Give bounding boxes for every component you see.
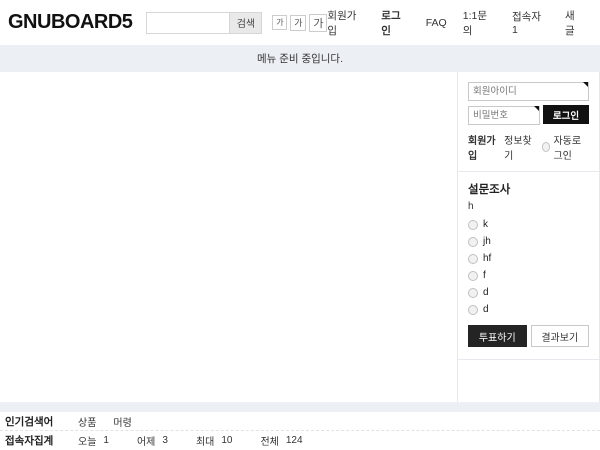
poll-question: h [468,201,589,212]
sidebar-divider [458,359,599,360]
popular-search-label: 인기검색어 [5,414,65,429]
visitor-stats-label: 접속자집계 [5,433,65,448]
poll-option[interactable]: hf [468,253,589,264]
popular-keyword-link[interactable]: 머령 [113,414,131,429]
font-resize-group: 가 가 가 [272,14,327,32]
radio-icon [468,288,478,298]
poll-option-label: hf [483,253,491,264]
search-input[interactable] [147,13,229,33]
poll-title: 설문조사 [468,181,589,197]
stat-yesterday: 어제 3 [137,433,168,448]
radio-icon [468,237,478,247]
poll-option-label: f [483,270,486,281]
auto-login-checkbox[interactable]: 자동로그인 [542,132,589,162]
poll-option[interactable]: f [468,270,589,281]
search-button[interactable]: 검색 [229,13,261,33]
stat-today: 오늘 1 [78,433,109,448]
top-nav: 회원가입 로그인 FAQ 1:1문의 접속자 1 새글 [327,8,592,38]
poll-box: 설문조사 h k jh hf f d [468,172,589,347]
site-logo[interactable]: GNUBOARD5 [8,11,132,34]
checkbox-circle-icon [542,142,550,152]
nav-login[interactable]: 로그인 [381,8,409,38]
font-size-large-button[interactable]: 가 [309,14,327,32]
popular-keywords: 상품 머령 [78,414,132,429]
poll-option-label: k [483,219,488,230]
nav-qna[interactable]: 1:1문의 [463,8,496,38]
required-marker [534,106,539,111]
stat-total: 전체 124 [260,433,302,448]
poll-result-button[interactable]: 결과보기 [531,325,590,347]
nav-visitors[interactable]: 접속자 1 [512,9,549,36]
radio-icon [468,254,478,264]
nav-faq[interactable]: FAQ [426,17,447,29]
member-id-input[interactable] [468,82,589,101]
visitor-stats-row: 접속자집계 오늘 1 어제 3 최대 10 전체 124 [0,431,600,450]
radio-icon [468,271,478,281]
login-box: 로그인 회원가입 정보찾기 자동로그인 [468,81,589,162]
poll-option[interactable]: d [468,304,589,315]
font-size-small-button[interactable]: 가 [272,15,287,30]
stat-max: 최대 10 [196,433,233,448]
main-empty-area [0,72,457,402]
poll-option-label: d [483,304,489,315]
radio-icon [468,220,478,230]
sidebar: 로그인 회원가입 정보찾기 자동로그인 설문조사 h k jh [457,72,600,402]
footer-gap-band [0,403,600,412]
content-area: 로그인 회원가입 정보찾기 자동로그인 설문조사 h k jh [0,72,600,403]
poll-option[interactable]: k [468,219,589,230]
poll-option[interactable]: jh [468,236,589,247]
nav-new-posts[interactable]: 새글 [565,8,584,38]
poll-option[interactable]: d [468,287,589,298]
radio-icon [468,305,478,315]
header: GNUBOARD5 검색 가 가 가 회원가입 로그인 FAQ 1:1문의 접속… [0,0,600,45]
auto-login-label: 자동로그인 [553,132,589,162]
search-form: 검색 [146,12,262,34]
font-size-medium-button[interactable]: 가 [290,15,306,31]
password-input[interactable] [468,106,540,125]
poll-option-label: d [483,287,489,298]
visitor-stats: 오늘 1 어제 3 최대 10 전체 124 [78,433,331,448]
popular-keyword-link[interactable]: 상품 [78,414,96,429]
menu-placeholder-text: 메뉴 준비 중입니다. [257,51,343,66]
poll-option-label: jh [483,236,491,247]
nav-register[interactable]: 회원가입 [327,8,365,38]
required-marker [583,82,588,87]
menu-bar: 메뉴 준비 중입니다. [0,45,600,72]
popular-search-row: 인기검색어 상품 머령 [0,412,600,431]
login-button[interactable]: 로그인 [543,105,589,124]
register-link[interactable]: 회원가입 [468,132,497,162]
vote-button[interactable]: 투표하기 [468,325,527,347]
find-info-link[interactable]: 정보찾기 [504,132,533,162]
